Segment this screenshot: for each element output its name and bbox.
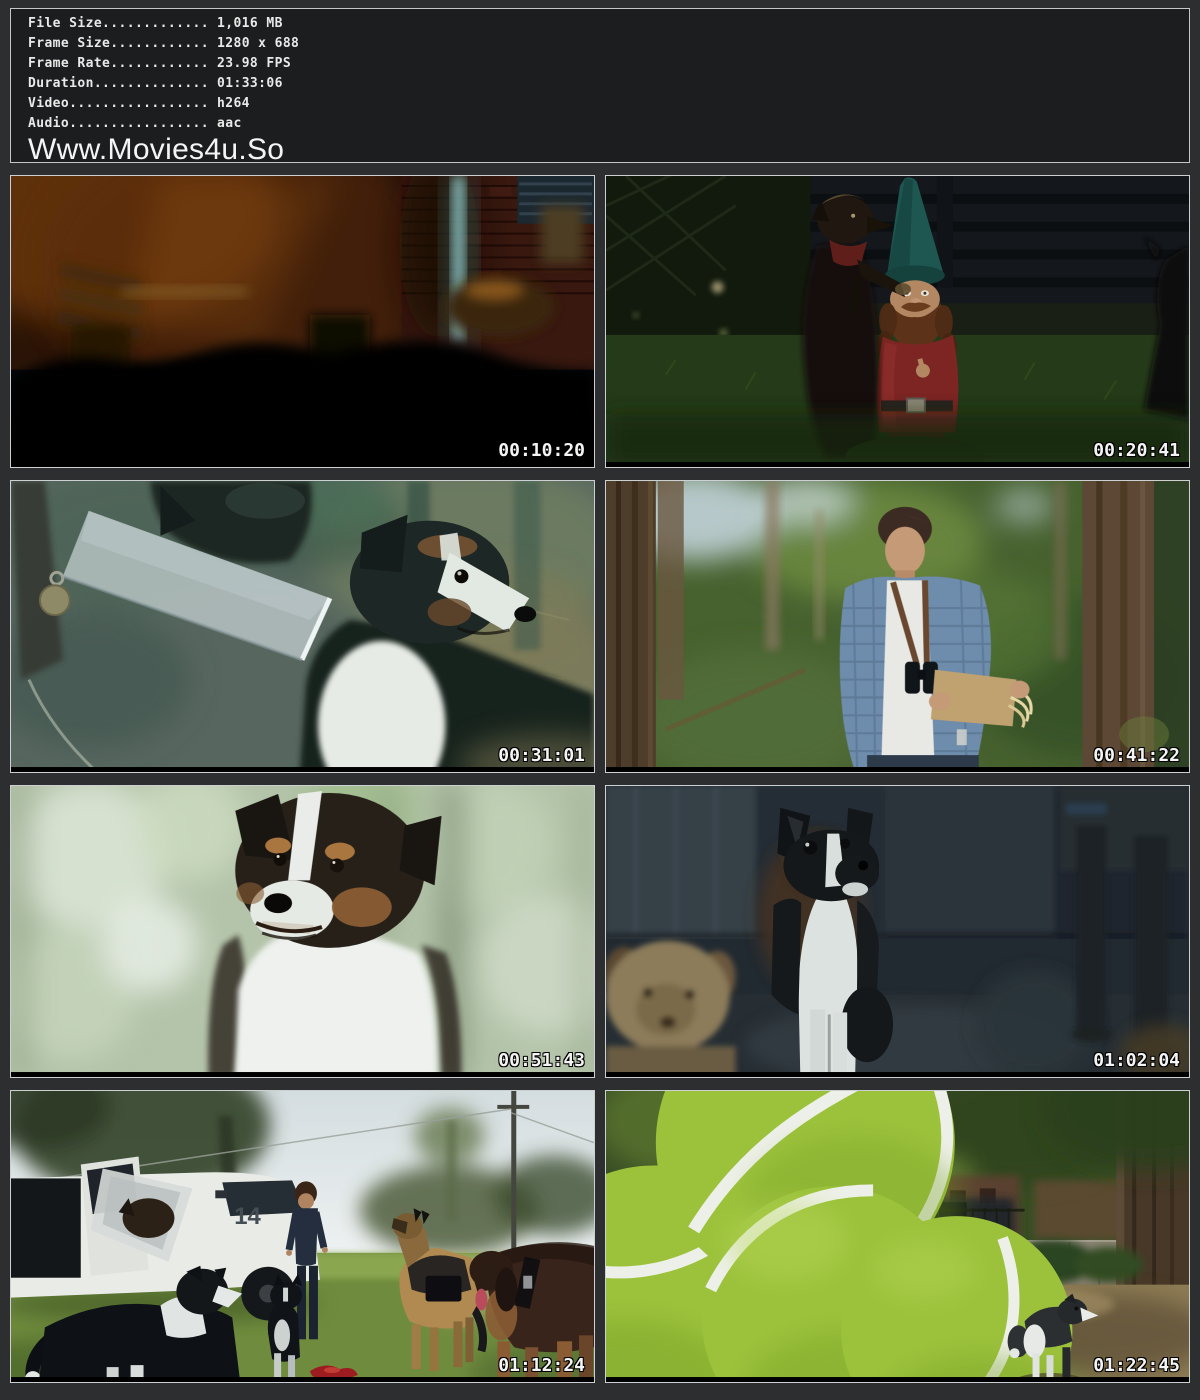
frame-rate-value: 23.98 FPS [217, 56, 291, 71]
timestamp-overlay: 00:31:01 [498, 745, 585, 766]
timestamp-overlay: 00:20:41 [1093, 440, 1180, 461]
screenshot-sheet: File Size............. 1,016 MB Frame Siz… [0, 0, 1200, 1400]
screenshot-thumb-1: 00:10:20 [10, 175, 595, 468]
timestamp-overlay: 01:02:04 [1093, 1050, 1180, 1071]
frame-rate-label: Frame Rate [28, 56, 110, 71]
screenshot-thumb-5: 00:51:43 [10, 785, 595, 1078]
tongue [475, 1289, 487, 1311]
media-info-row-file-size: File Size............. 1,016 MB [28, 14, 1189, 34]
file-size-value: 1,016 MB [217, 16, 283, 31]
screenshot-thumb-3: 00:31:01 [10, 480, 595, 773]
site-watermark: Www.Movies4u.So [28, 134, 1189, 163]
file-size-label: File Size [28, 16, 102, 31]
utility-pole [511, 1091, 516, 1255]
scene-dark-alley [11, 176, 594, 467]
dots-leader: ............ [110, 36, 209, 51]
timestamp-overlay: 01:12:24 [498, 1355, 585, 1376]
audio-codec-label: Audio [28, 116, 69, 131]
duration-value: 01:33:06 [217, 76, 283, 91]
frame-size-value: 1280 x 688 [217, 36, 299, 51]
timestamp-overlay: 01:22:45 [1093, 1355, 1180, 1376]
video-codec-value: h264 [217, 96, 250, 111]
scene-k9-field: 14 [11, 1091, 594, 1382]
timestamp-overlay: 00:41:22 [1093, 745, 1180, 766]
media-info-row-frame-size: Frame Size............ 1280 x 688 [28, 34, 1189, 54]
media-info-row-duration: Duration.............. 01:33:06 [28, 74, 1189, 94]
video-codec-label: Video [28, 96, 69, 111]
dots-leader: ................. [69, 96, 209, 111]
dots-leader: ............ [110, 56, 209, 71]
screenshot-thumb-8: 01:22:45 [605, 1090, 1190, 1383]
dots-leader: ................. [69, 116, 209, 131]
screenshot-thumb-2: 00:20:41 [605, 175, 1190, 468]
scene-aussie-closeup [11, 786, 594, 1077]
metal-box [541, 206, 583, 264]
van-number: 14 [234, 1203, 261, 1230]
scene-gnome-night [606, 176, 1189, 467]
blurred-tan-dog [606, 941, 736, 1077]
pine-trunk-right [1082, 481, 1189, 772]
scene-tennis-balls [606, 1091, 1189, 1382]
dots-leader: ............. [102, 16, 209, 31]
screenshot-thumb-4: 00:41:22 [605, 480, 1190, 773]
media-info-row-video: Video................. h264 [28, 94, 1189, 114]
screenshot-grid: 00:10:20 [10, 175, 1190, 1383]
timestamp-overlay: 00:51:43 [498, 1050, 585, 1071]
collar-tag [40, 585, 70, 615]
scene-forest-man [606, 481, 1189, 772]
frame-size-label: Frame Size [28, 36, 110, 51]
audio-codec-value: aac [217, 116, 242, 131]
scene-cone-dog [11, 481, 594, 772]
dots-leader: .............. [94, 76, 209, 91]
duration-label: Duration [28, 76, 94, 91]
timestamp-overlay: 00:10:20 [498, 440, 585, 461]
media-info-row-audio: Audio................. aac [28, 114, 1189, 134]
screenshot-thumb-7: 14 [10, 1090, 595, 1383]
media-info-panel: File Size............. 1,016 MB Frame Siz… [10, 8, 1190, 163]
media-info-row-frame-rate: Frame Rate............ 23.98 FPS [28, 54, 1189, 74]
screenshot-thumb-6: 01:02:04 [605, 785, 1190, 1078]
scene-boston-terrier [606, 786, 1189, 1077]
